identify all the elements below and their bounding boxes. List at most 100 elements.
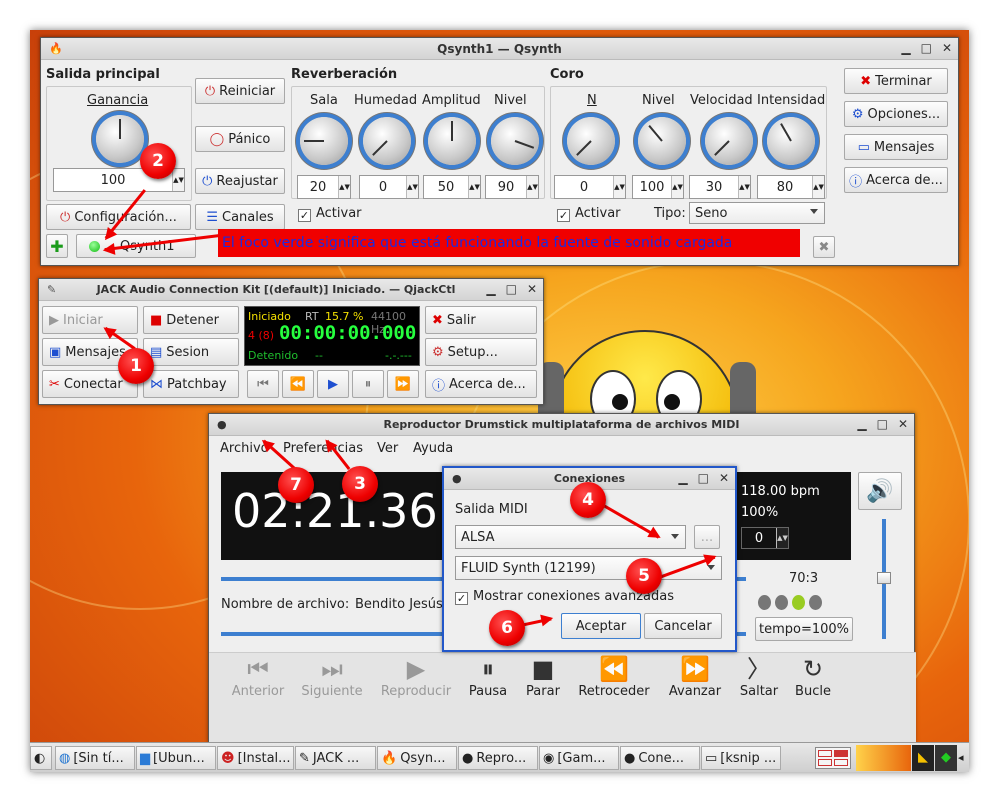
close-icon[interactable]: ✕ [719,471,729,485]
next-button[interactable]: ⏭ Siguiente [299,654,365,699]
chorus-speed-dial[interactable] [705,117,753,165]
play-button[interactable]: ▶ [317,370,349,398]
rewind-start-button[interactable]: ⏮ [247,370,279,398]
stop-button[interactable]: ■ Detener [143,306,239,334]
minimize-icon[interactable]: ▁ [486,282,495,296]
forward-button[interactable]: ⏩ [387,370,419,398]
start-button[interactable]: ▶ Iniciar [42,306,138,334]
flame-icon: 🔥 [49,42,63,55]
tempo-percent: 100% [741,505,779,520]
taskbar-item[interactable]: ☻ [Instal... [217,746,294,770]
volume-button[interactable]: 🔊 [858,472,902,510]
chorus-speed-spin[interactable]: 30 ▲▼ [689,175,751,199]
chorus-activate-checkbox[interactable]: ✓ Activar [557,206,621,222]
pause-button[interactable]: ⏸ [352,370,384,398]
minimize-icon[interactable]: ▁ [678,471,687,485]
globe-icon: ◍ [59,750,71,766]
forward-button[interactable]: ⏩ Avanzar [663,654,727,699]
taskbar: ◐ ◍ [Sin tí... ▆ [Ubun... ☻ [Instal... ✎ JAC… [30,742,969,772]
drumstick-titlebar[interactable]: ● Reproductor Drumstick multiplataforma … [209,414,914,436]
tempo-reset-button[interactable]: tempo=100% [755,617,853,641]
reverb-level-dial[interactable] [491,117,539,165]
qsynth-titlebar[interactable]: 🔥 Qsynth1 — Qsynth ▁ □ ✕ [41,38,958,60]
chorus-depth-dial[interactable] [767,117,815,165]
chorus-n-spin[interactable]: 0 ▲▼ [554,175,626,199]
reverb-width-spin[interactable]: 50 ▲▼ [423,175,481,199]
taskbar-item[interactable]: ✎ JACK ... [295,746,376,770]
info-icon: ⓘ [849,174,863,190]
maximize-icon[interactable]: □ [698,471,709,485]
stop-button[interactable]: ■ Parar [521,654,565,699]
desktop-preview[interactable] [856,745,911,771]
taskbar-item[interactable]: ◐ [30,746,52,770]
close-icon[interactable]: ✕ [898,417,908,431]
quit-button[interactable]: ✖ Salir [425,306,537,334]
cancel-button[interactable]: Cancelar [644,613,722,639]
minimize-icon[interactable]: ▁ [857,417,866,431]
delete-engine-button[interactable]: ✖ [813,236,835,258]
folder-icon: ▆ [140,750,150,766]
taskbar-item[interactable]: ● Cone... [620,746,700,770]
taskbar-item[interactable]: ● Repro... [458,746,538,770]
chorus-depth-spin[interactable]: 80 ▲▼ [757,175,825,199]
rewind-button[interactable]: ⏪ Retroceder [575,654,653,699]
reverb-damp-dial[interactable] [363,117,411,165]
play-button[interactable]: ▶ Reproducir [379,654,453,699]
maximize-icon[interactable]: □ [877,417,888,431]
about-button[interactable]: ⓘ Acerca de... [425,370,537,398]
menu-help[interactable]: Ayuda [413,441,453,456]
config-button[interactable]: ⏻ Configuración... [46,204,191,230]
quit-button[interactable]: ✖ Terminar [844,68,948,94]
messages-button[interactable]: ▭ Mensajes [844,134,948,160]
accept-button[interactable]: Aceptar [561,613,641,639]
close-icon[interactable]: ✕ [527,282,537,296]
add-engine-button[interactable]: ✚ [46,234,68,258]
taskbar-item[interactable]: 🔥 Qsyn... [377,746,457,770]
reverb-activate-checkbox[interactable]: ✓ Activar [298,206,362,222]
pitch-spinbox[interactable]: 0 ▲▼ [741,527,789,549]
restart-button[interactable]: ⏻ Reiniciar [195,78,285,104]
chorus-level-spin[interactable]: 100 ▲▼ [632,175,684,199]
tray-scroll-icon[interactable]: ◂ [958,751,964,764]
minimize-icon[interactable]: ▁ [901,41,910,55]
chorus-type-label: Tipo: [654,206,686,221]
reverb-level-spin[interactable]: 90 ▲▼ [485,175,539,199]
jump-button[interactable]: 〉 Saltar [735,654,783,699]
qjackctl-titlebar[interactable]: ✎ JACK Audio Connection Kit [(default)] … [39,279,543,301]
reverb-room-dial[interactable] [300,117,348,165]
menu-view[interactable]: Ver [377,441,398,456]
setup-button[interactable]: ⚙ Setup... [425,338,537,366]
chorus-type-select[interactable]: Seno [689,202,825,224]
patchbay-button[interactable]: ⋈ Patchbay [143,370,239,398]
channels-button[interactable]: ☰ Canales [195,204,285,230]
maximize-icon[interactable]: □ [506,282,517,296]
maximize-icon[interactable]: □ [921,41,932,55]
pause-button[interactable]: ⏸ Pausa [465,654,511,699]
close-icon[interactable]: ✕ [942,41,952,55]
taskbar-item[interactable]: ◍ [Sin tí... [55,746,135,770]
reverb-room-spin[interactable]: 20 ▲▼ [297,175,351,199]
list-icon: ☰ [206,209,218,225]
reverb-damp-spin[interactable]: 0 ▲▼ [359,175,419,199]
tray-app-icon[interactable]: ◣ [912,745,934,771]
taskbar-item[interactable]: ▭ [ksnip ... [701,746,781,770]
rewind-button[interactable]: ⏪ [282,370,314,398]
about-button[interactable]: ⓘ Acerca de... [844,167,948,193]
adjust-button[interactable]: ⏻ Reajustar [195,168,285,194]
volume-slider-handle[interactable] [877,572,891,584]
reverb-heading: Reverberación [291,67,398,82]
panic-button[interactable]: ◯ Pánico [195,126,285,152]
chorus-level-dial[interactable] [638,117,686,165]
taskbar-item[interactable]: ▆ [Ubun... [136,746,216,770]
workspace-switcher[interactable] [815,747,851,769]
previous-button[interactable]: ⏮ Anterior [229,654,287,699]
session-button[interactable]: ▤ Sesion [143,338,239,366]
driver-config-button[interactable]: ... [694,525,720,549]
reverb-width-dial[interactable] [428,117,476,165]
taskbar-item[interactable]: ◉ [Gam... [539,746,619,770]
loop-button[interactable]: ↻ Bucle [791,654,835,699]
options-button[interactable]: ⚙ Opciones... [844,101,948,127]
tray-app-icon[interactable]: ◆ [935,745,957,771]
chorus-n-dial[interactable] [567,117,615,165]
gain-dial[interactable] [96,115,144,163]
